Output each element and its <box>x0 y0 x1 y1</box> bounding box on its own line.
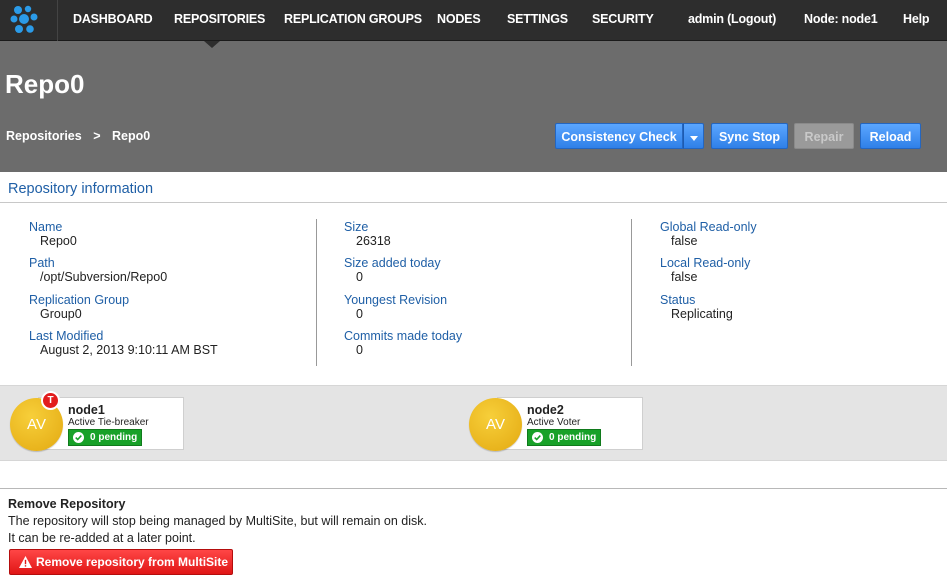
breadcrumb-repositories[interactable]: Repositories <box>6 129 82 143</box>
nav-security[interactable]: SECURITY <box>592 12 654 26</box>
avatar: AV <box>469 398 522 451</box>
tie-breaker-badge: T <box>41 391 60 410</box>
nav-user-logout[interactable]: admin (Logout) <box>688 12 776 26</box>
page-header: Repo0 Repositories > Repo0 Consistency C… <box>0 41 947 172</box>
value-size-added-today: 0 <box>356 270 363 284</box>
warning-icon <box>19 556 32 568</box>
check-circle-icon <box>532 432 543 443</box>
column-divider <box>631 219 632 366</box>
nav-replication-groups[interactable]: REPLICATION GROUPS <box>284 12 422 26</box>
label-local-read-only: Local Read-only <box>660 256 751 270</box>
divider <box>0 488 947 489</box>
value-name: Repo0 <box>40 234 77 248</box>
chevron-down-icon <box>689 136 698 141</box>
value-status: Replicating <box>671 307 733 321</box>
remove-repository-button-label: Remove repository from MultiSite <box>36 555 229 569</box>
node-name: node1 <box>68 403 105 417</box>
section-heading-repository-information: Repository information <box>8 181 154 197</box>
node-role: Active Tie-breaker <box>68 417 149 428</box>
remove-repository-heading: Remove Repository <box>8 497 126 511</box>
consistency-check-dropdown-button[interactable] <box>683 123 704 149</box>
value-commits-made-today: 0 <box>356 343 363 357</box>
check-circle-icon <box>73 432 84 443</box>
value-path: /opt/Subversion/Repo0 <box>40 270 168 284</box>
pending-badge: 0 pending <box>527 429 602 446</box>
pending-count: 0 pending <box>549 432 597 443</box>
sync-stop-button[interactable]: Sync Stop <box>711 123 788 149</box>
nav-divider <box>57 0 58 41</box>
breadcrumb-separator: > <box>93 129 101 143</box>
reload-button[interactable]: Reload <box>860 123 921 149</box>
node-name: node2 <box>527 403 564 417</box>
repair-button[interactable]: Repair <box>794 123 854 149</box>
nav-dashboard[interactable]: DASHBOARD <box>73 12 153 26</box>
value-global-read-only: false <box>671 234 698 248</box>
remove-repository-button[interactable]: Remove repository from MultiSite <box>9 549 233 575</box>
nodes-panel: node1 Active Tie-breaker 0 pending AV T … <box>0 385 947 461</box>
value-local-read-only: false <box>671 270 698 284</box>
cluster-dots-logo-icon[interactable] <box>8 4 42 36</box>
label-size: Size <box>344 220 369 234</box>
value-size: 26318 <box>356 234 391 248</box>
label-size-added-today: Size added today <box>344 256 441 270</box>
nav-settings[interactable]: SETTINGS <box>507 12 568 26</box>
value-last-modified: August 2, 2013 9:10:11 AM BST <box>40 343 218 357</box>
label-last-modified: Last Modified <box>29 329 104 343</box>
value-replication-group: Group0 <box>40 307 82 321</box>
top-nav: DASHBOARD REPOSITORIES REPLICATION GROUP… <box>0 0 947 41</box>
column-divider <box>316 219 317 366</box>
label-name: Name <box>29 220 63 234</box>
active-tab-caret-icon <box>204 41 220 48</box>
label-status: Status <box>660 293 696 307</box>
remove-description-line1: The repository will stop being managed b… <box>8 514 427 528</box>
label-global-read-only: Global Read-only <box>660 220 757 234</box>
page-title: Repo0 <box>5 69 85 99</box>
nav-help[interactable]: Help <box>903 12 929 26</box>
pending-count: 0 pending <box>90 432 138 443</box>
nav-node-indicator: Node: node1 <box>804 12 878 26</box>
label-path: Path <box>29 256 55 270</box>
consistency-check-button[interactable]: Consistency Check <box>555 123 683 149</box>
node-role: Active Voter <box>527 417 581 428</box>
value-youngest-revision: 0 <box>356 307 363 321</box>
divider <box>0 202 947 203</box>
label-youngest-revision: Youngest Revision <box>344 293 448 307</box>
nav-nodes[interactable]: NODES <box>437 12 481 26</box>
breadcrumb-current: Repo0 <box>112 129 151 143</box>
label-replication-group: Replication Group <box>29 293 130 307</box>
breadcrumb: Repositories > Repo0 <box>6 129 158 143</box>
pending-badge: 0 pending <box>68 429 143 446</box>
remove-description-line2: It can be re-added at a later point. <box>8 531 196 545</box>
label-commits-made-today: Commits made today <box>344 329 463 343</box>
nav-repositories[interactable]: REPOSITORIES <box>174 12 265 26</box>
